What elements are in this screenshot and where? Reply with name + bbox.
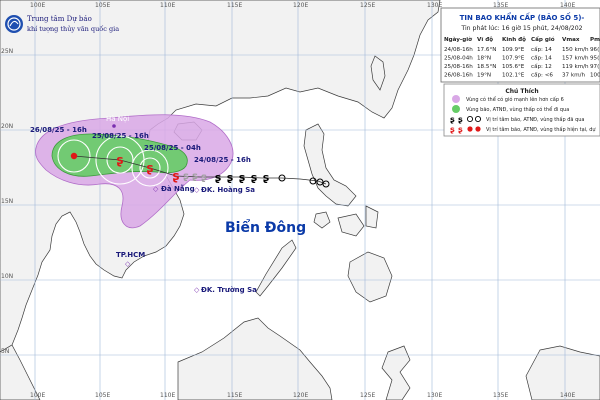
hanoi-marker	[112, 124, 116, 128]
longitude-label-top: 115E	[227, 2, 242, 9]
forecast-track-trail: ʂ ʂ ʂ	[183, 171, 207, 183]
longitude-label-bottom: 140E	[560, 392, 575, 399]
bulletin-cell: 95(	[590, 56, 599, 62]
longitude-label-top: 130E	[427, 2, 442, 9]
svg-text:ʂ: ʂ	[458, 125, 463, 134]
past-storm-symbol: ʂ	[239, 171, 246, 184]
bulletin-cell: 109.9°E	[502, 47, 525, 53]
bulletin-header-cell: Pm	[590, 37, 600, 43]
agency-subtitle: khí tượng thủy văn quốc gia	[27, 24, 119, 33]
longitude-label-bottom: 120E	[293, 392, 308, 399]
longitude-label-top: 120E	[293, 2, 308, 9]
bulletin-cell: 150 km/h	[562, 47, 589, 53]
forecast-storm-symbol: ʂ	[146, 161, 153, 175]
longitude-label-top: 100E	[30, 2, 45, 9]
tphcm-marker: ◇	[125, 260, 131, 268]
track-time-label: 25/08/25 - 04h	[144, 144, 201, 152]
bulletin-cell: cấp: 14	[531, 55, 552, 62]
truongsa-label: ĐK. Trường Sa	[201, 286, 257, 294]
legend-panel: Chú Thích Vùng có thể có gió mạnh lên hơ…	[443, 83, 600, 137]
bulletin-panel: TIN BAO KHẨN CẤP (BÃO SỐ 5)- Tin phát lú…	[440, 7, 600, 83]
forecast-trail-symbol: ʂ	[192, 171, 198, 182]
forecast-trail-symbol: ʂ	[201, 172, 207, 183]
longitude-label-bottom: 135E	[493, 392, 508, 399]
svg-text:ʂ: ʂ	[458, 115, 463, 124]
bulletin-cell: 102.1°E	[502, 73, 525, 79]
bulletin-cell: 119 km/h	[562, 64, 589, 70]
legend-item: Vị trí tâm bão, ATNĐ, vùng thấp hiện tại…	[486, 126, 596, 133]
past-storm-symbol: ʂ	[251, 171, 258, 184]
agency-name: Trung tâm Dự báo	[27, 15, 92, 23]
longitude-label-bottom: 105E	[95, 392, 110, 399]
hoangsa-label: ĐK. Hoàng Sa	[201, 186, 255, 194]
hoangsa-marker: ◇	[194, 186, 200, 194]
bulletin-cell: cấp: 14	[531, 46, 552, 53]
danang-label: Đà Nẵng	[161, 184, 195, 193]
past-storm-symbol: ʂ	[263, 171, 270, 184]
longitude-label-bottom: 125E	[360, 392, 375, 399]
bulletin-cell: 107.9°E	[502, 56, 525, 62]
bulletin-issued: Tin phát lúc: 16 giờ 15 phút, 24/08/202	[460, 24, 582, 32]
latitude-label: 25N	[1, 48, 13, 55]
bulletin-cell: 24/08-16h	[444, 47, 473, 53]
past-storm-symbol: ʂ	[215, 171, 222, 184]
bulletin-header-cell: Vĩ độ	[477, 36, 493, 43]
hanoi-label: Hà Nội	[106, 115, 129, 123]
sea-label: Biển Đông	[225, 219, 306, 236]
bulletin-cell: 37 km/h	[562, 73, 585, 79]
bulletin-cell: 19°N	[477, 73, 491, 79]
longitude-label-top: 125E	[360, 2, 375, 9]
track-time-label: 24/08/25 - 16h	[194, 156, 251, 164]
forecast-low-symbol	[70, 152, 78, 160]
svg-text:ʂ: ʂ	[450, 125, 455, 134]
danang-marker: ◇	[153, 185, 159, 193]
bulletin-header-cell: Ngày-giờ	[444, 36, 472, 43]
track-time-label: 26/08/25 - 16h	[30, 126, 87, 134]
bulletin-cell: 26/08-16h	[444, 73, 473, 79]
bulletin-header-cell: Vmax	[562, 37, 580, 43]
legend-item: Vùng bão, ATNĐ, vùng thấp có thể đi qua	[466, 106, 569, 113]
storm-map: 100E 100E 105E 105E 110E 110E 115E 115E 120E 120E…	[0, 0, 600, 400]
bulletin-header-cell: Kinh độ	[502, 36, 526, 43]
bulletin-cell: 105.6°E	[502, 64, 525, 70]
svg-text:ʂ: ʂ	[450, 115, 455, 124]
bulletin-header-cell: Cấp gió	[531, 36, 555, 43]
legend-title: Chú Thích	[505, 88, 538, 95]
longitude-label-bottom: 130E	[427, 392, 442, 399]
bulletin-cell: 17.6°N	[477, 47, 496, 53]
bulletin-cell: 18.5°N	[477, 64, 496, 70]
bulletin-table: Ngày-giờ Vĩ độ Kinh độ Cấp gió Vmax Pm 24/08-1…	[444, 36, 600, 79]
bulletin-cell: 25/08-16h	[444, 64, 473, 70]
current-storm-symbol: ʂ	[172, 169, 179, 183]
forecast-storm-symbol: ʂ	[116, 153, 123, 167]
legend-risk-swatch	[452, 95, 460, 103]
longitude-label-bottom: 115E	[227, 392, 242, 399]
bulletin-cell: cấp: 12	[531, 63, 552, 70]
longitude-label-bottom: 110E	[160, 392, 175, 399]
legend-zone-swatch	[452, 105, 460, 113]
legend-item: Vị trí tâm bão, ATNĐ, vùng thấp đã qua	[486, 116, 584, 123]
bulletin-cell: 18°N	[477, 56, 491, 62]
longitude-label-top: 105E	[95, 2, 110, 9]
storm-map-view: 100E 100E 105E 105E 110E 110E 115E 115E 120E 120E…	[0, 0, 600, 400]
bulletin-title: TIN BAO KHẨN CẤP (BÃO SỐ 5)-	[460, 12, 585, 22]
longitude-label-bottom: 100E	[30, 392, 45, 399]
bulletin-cell: 96(	[590, 47, 599, 53]
latitude-label: 5N	[1, 348, 9, 355]
bulletin-cell: 157 km/h	[562, 56, 589, 62]
tphcm-label: TP.HCM	[116, 251, 145, 259]
forecast-trail-symbol: ʂ	[183, 171, 189, 182]
latitude-label: 20N	[1, 123, 13, 130]
latitude-label: 10N	[1, 273, 13, 280]
latitude-label: 15N	[1, 198, 13, 205]
longitude-label-top: 110E	[160, 2, 175, 9]
truongsa-marker: ◇	[194, 286, 200, 294]
bulletin-cell: 100	[590, 73, 600, 79]
legend-item: Vùng có thể có gió mạnh lên hơn cấp 6	[466, 96, 564, 103]
track-time-label: 25/08/25 - 16h	[92, 132, 149, 140]
past-storm-symbol: ʂ	[227, 171, 234, 184]
bulletin-cell: cấp: <6	[531, 72, 553, 79]
bulletin-cell: 25/08-04h	[444, 56, 473, 62]
bulletin-cell: 97(	[590, 64, 599, 70]
